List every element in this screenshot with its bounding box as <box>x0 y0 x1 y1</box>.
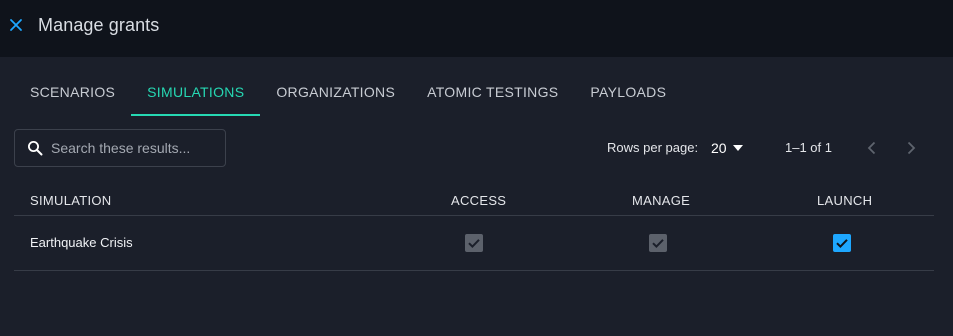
rows-per-page-label: Rows per page: <box>607 140 699 155</box>
search-box <box>14 129 226 167</box>
column-header-simulation: SIMULATION <box>30 193 112 208</box>
access-checkbox[interactable] <box>465 234 483 252</box>
caret-down-icon <box>732 145 743 151</box>
tab-scenarios[interactable]: SCENARIOS <box>14 67 131 116</box>
close-icon[interactable] <box>8 17 24 33</box>
tab-simulations[interactable]: SIMULATIONS <box>131 67 261 116</box>
launch-checkbox[interactable] <box>833 234 851 252</box>
simulation-name: Earthquake Crisis <box>30 235 133 250</box>
tab-payloads[interactable]: PAYLOADS <box>574 67 682 116</box>
dialog-header: Manage grants <box>0 0 953 57</box>
rows-per-page-value: 20 <box>711 140 727 156</box>
pagination-range: 1–1 of 1 <box>785 140 832 155</box>
grants-tabs: SCENARIOS SIMULATIONS ORGANIZATIONS ATOM… <box>14 67 682 116</box>
tab-organizations[interactable]: ORGANIZATIONS <box>260 67 411 116</box>
chevron-right-icon[interactable] <box>903 139 919 157</box>
chevron-left-icon[interactable] <box>864 139 880 157</box>
column-header-access: ACCESS <box>451 193 507 208</box>
rows-per-page-select[interactable]: 20 <box>711 138 743 158</box>
search-input[interactable] <box>51 138 221 158</box>
manage-checkbox[interactable] <box>649 234 667 252</box>
search-icon <box>28 141 43 156</box>
row-divider <box>14 270 934 271</box>
header-divider <box>14 215 934 216</box>
column-header-manage: MANAGE <box>632 193 691 208</box>
column-header-launch: LAUNCH <box>817 193 873 208</box>
tab-atomic-testings[interactable]: ATOMIC TESTINGS <box>411 67 574 116</box>
dialog-title: Manage grants <box>38 15 160 35</box>
